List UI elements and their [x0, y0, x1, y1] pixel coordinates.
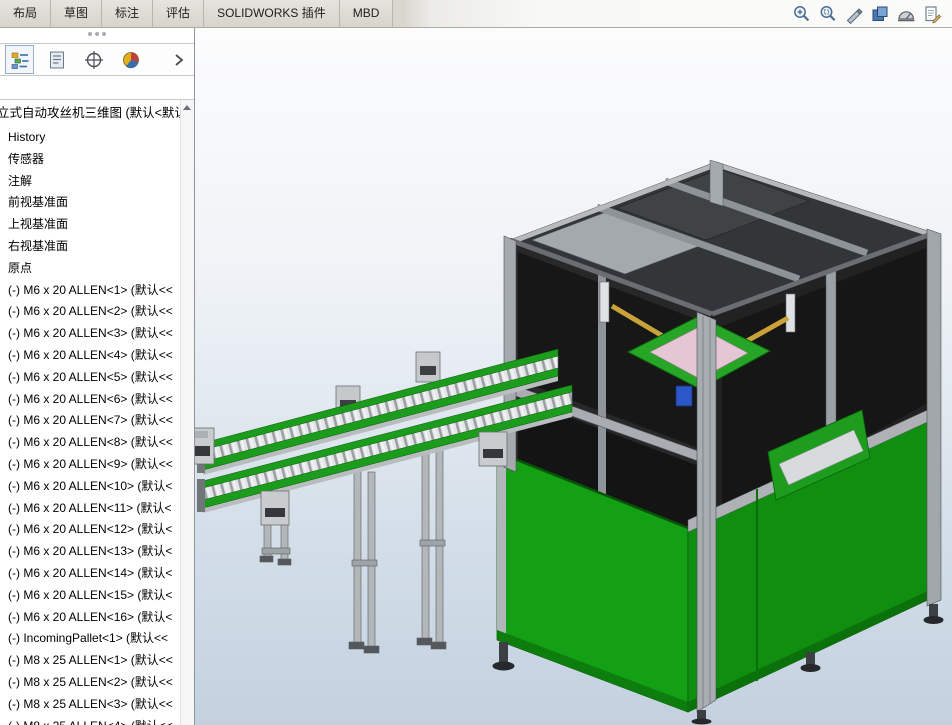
tree-item-label: 注解	[8, 173, 33, 188]
tree-item-label: (-) M8 x 25 ALLEN<3> (默认<<	[8, 696, 173, 711]
tree-item-label: 前视基准面	[8, 195, 69, 210]
tree-item-label: (-) M8 x 25 ALLEN<1> (默认<<	[8, 653, 173, 668]
tree-item[interactable]: (-) M6 x 20 ALLEN<16> (默认<	[0, 607, 181, 629]
tree-item-label: 上视基准面	[8, 217, 69, 232]
tree-item-label: (-) M6 x 20 ALLEN<9> (默认<<	[8, 456, 173, 471]
tree-item[interactable]: 原点	[0, 258, 181, 280]
tree-item[interactable]: (-) M6 x 20 ALLEN<6> (默认<<	[0, 389, 181, 411]
tree-item[interactable]: (-) M8 x 25 ALLEN<3> (默认<<	[0, 694, 181, 716]
panel-expand-chevron[interactable]	[169, 48, 189, 72]
pen-icon[interactable]	[844, 4, 864, 24]
tree-item-label: (-) M6 x 20 ALLEN<14> (默认<	[8, 565, 173, 580]
tree-item[interactable]: (-) M6 x 20 ALLEN<1> (默认<<	[0, 280, 181, 302]
tree-item[interactable]: (-) M8 x 25 ALLEN<1> (默认<<	[0, 650, 181, 672]
tree-item-label: 传感器	[8, 151, 45, 166]
command-bar: 布局 草图 标注 评估 SOLIDWORKS 插件 MBD	[0, 0, 952, 28]
tree-item[interactable]: 上视基准面	[0, 214, 181, 236]
tab-configurationmanager[interactable]	[79, 45, 108, 74]
tree-item[interactable]: (-) M6 x 20 ALLEN<15> (默认<	[0, 585, 181, 607]
tree-item[interactable]: (-) IncomingPallet<1> (默认<<	[0, 628, 181, 650]
magnifier-icon[interactable]	[818, 4, 838, 24]
tree-item[interactable]: (-) M6 x 20 ALLEN<12> (默认<	[0, 519, 181, 541]
tree-item-label: (-) M6 x 20 ALLEN<5> (默认<<	[8, 369, 173, 384]
tree-item-label: (-) IncomingPallet<1> (默认<<	[8, 631, 169, 646]
tree-item[interactable]: (-) M6 x 20 ALLEN<14> (默认<	[0, 563, 181, 585]
scroll-up-arrow-icon[interactable]	[181, 100, 194, 115]
notepad-icon[interactable]	[922, 4, 942, 24]
tree-item-label: (-) M6 x 20 ALLEN<8> (默认<<	[8, 435, 173, 450]
tree-item-label: (-) M6 x 20 ALLEN<16> (默认<	[8, 609, 173, 624]
tree-item-label: (-) M6 x 20 ALLEN<6> (默认<<	[8, 391, 173, 406]
stacked-parts-icon[interactable]	[870, 4, 890, 24]
tree-item[interactable]: (-) M6 x 20 ALLEN<9> (默认<<	[0, 454, 181, 476]
feature-tree: 立式自动攻丝机三维图 (默认<默认< History 传感器 注解 前视基准面 …	[0, 100, 181, 725]
tree-item-label: History	[8, 130, 46, 144]
graphics-area[interactable]	[195, 28, 952, 725]
command-tab-strip: 布局 草图 标注 评估 SOLIDWORKS 插件 MBD	[0, 0, 394, 27]
tree-item[interactable]: (-) M6 x 20 ALLEN<13> (默认<	[0, 541, 181, 563]
propertymanager-icon	[49, 51, 64, 68]
feature-manager-panel: 立式自动攻丝机三维图 (默认<默认< History 传感器 注解 前视基准面 …	[0, 28, 195, 725]
tree-item-label: (-) M6 x 20 ALLEN<7> (默认<<	[8, 413, 173, 428]
tree-item[interactable]: (-) M6 x 20 ALLEN<11> (默认<	[0, 498, 181, 520]
panel-secondary-bar	[0, 76, 194, 100]
tree-item-label: (-) M6 x 20 ALLEN<12> (默认<	[8, 522, 173, 537]
tree-item[interactable]: 右视基准面	[0, 236, 181, 258]
tree-item[interactable]: (-) M6 x 20 ALLEN<8> (默认<<	[0, 432, 181, 454]
tree-item[interactable]: History	[0, 127, 181, 149]
command-tab[interactable]: SOLIDWORKS 插件	[204, 0, 340, 27]
tree-item[interactable]: 传感器	[0, 149, 181, 171]
tree-item-label: (-) M6 x 20 ALLEN<2> (默认<<	[8, 304, 173, 319]
tree-item-label: (-) M6 x 20 ALLEN<13> (默认<	[8, 544, 173, 559]
tapping-machine-3d-model[interactable]	[195, 28, 952, 725]
tree-item[interactable]: (-) M6 x 20 ALLEN<5> (默认<<	[0, 367, 181, 389]
featuremanager-tree-icon	[11, 52, 28, 69]
tree-item[interactable]: (-) M6 x 20 ALLEN<3> (默认<<	[0, 323, 181, 345]
tree-item[interactable]: (-) M8 x 25 ALLEN<2> (默认<<	[0, 672, 181, 694]
protractor-icon[interactable]	[896, 4, 916, 24]
tree-item[interactable]: 前视基准面	[0, 192, 181, 214]
tab-propertymanager[interactable]	[42, 45, 71, 74]
tree-item-label: (-) M6 x 20 ALLEN<11> (默认<	[8, 500, 172, 515]
tree-item-label: (-) M6 x 20 ALLEN<4> (默认<<	[8, 347, 173, 362]
tree-item[interactable]: (-) M6 x 20 ALLEN<2> (默认<<	[0, 301, 181, 323]
chevron-right-icon	[175, 53, 184, 66]
command-tab[interactable]: 草图	[51, 0, 103, 27]
tree-item[interactable]: 注解	[0, 171, 181, 193]
tree-item-label: 原点	[8, 260, 33, 275]
panel-tab-bar	[0, 43, 194, 76]
tree-item[interactable]: (-) M6 x 20 ALLEN<4> (默认<<	[0, 345, 181, 367]
panel-splitter-handle[interactable]	[88, 32, 106, 36]
zoom-in-icon[interactable]	[792, 4, 812, 24]
tab-featuremanager-tree[interactable]	[5, 45, 34, 74]
assembly-root-title[interactable]: 立式自动攻丝机三维图 (默认<默认<	[0, 100, 181, 127]
solidworks-window: 布局 草图 标注 评估 SOLIDWORKS 插件 MBD 立式自动攻丝机三维图…	[0, 0, 952, 725]
configurationmanager-icon	[84, 50, 103, 69]
tree-item-label: (-) M6 x 20 ALLEN<15> (默认<	[8, 587, 173, 602]
tree-item-label: (-) M8 x 25 ALLEN<2> (默认<<	[8, 674, 173, 689]
tree-item-label: (-) M6 x 20 ALLEN<3> (默认<<	[8, 326, 173, 341]
quick-access-toolbar	[792, 0, 952, 27]
feature-tree-list: History 传感器 注解 前视基准面 上视基准面 右视基准面 原点 (-) …	[0, 127, 181, 725]
tree-item[interactable]: (-) M6 x 20 ALLEN<10> (默认<	[0, 476, 181, 498]
displaymanager-icon	[122, 51, 139, 68]
tree-item[interactable]: (-) M8 x 25 ALLEN<4> (默认<<	[0, 716, 181, 725]
tree-item-label: 右视基准面	[8, 238, 69, 253]
command-tab[interactable]: 布局	[0, 0, 52, 27]
command-tab[interactable]: 评估	[153, 0, 205, 27]
tree-scrollbar[interactable]	[180, 100, 194, 725]
tab-displaymanager[interactable]	[116, 45, 145, 74]
command-tab[interactable]: MBD	[339, 0, 394, 27]
tree-item-label: (-) M8 x 25 ALLEN<4> (默认<<	[8, 719, 173, 725]
tree-item-label: (-) M6 x 20 ALLEN<1> (默认<<	[8, 282, 173, 297]
command-tab[interactable]: 标注	[102, 0, 154, 27]
tree-item[interactable]: (-) M6 x 20 ALLEN<7> (默认<<	[0, 410, 181, 432]
tree-item-label: (-) M6 x 20 ALLEN<10> (默认<	[8, 478, 173, 493]
